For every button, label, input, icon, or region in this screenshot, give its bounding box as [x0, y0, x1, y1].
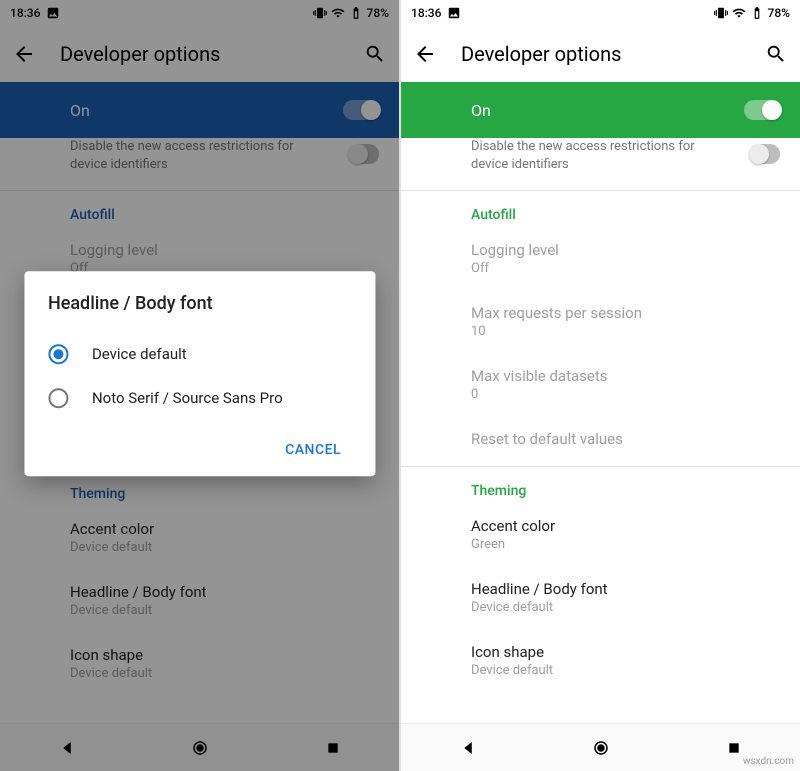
- section-theming: Theming: [401, 467, 800, 503]
- cancel-button[interactable]: CANCEL: [275, 434, 351, 466]
- page-title: Developer options: [461, 42, 740, 66]
- setting-icon-shape[interactable]: Icon shape Device default: [401, 629, 800, 692]
- nav-recent-button[interactable]: [724, 738, 744, 758]
- dialog-title: Headline / Body font: [48, 293, 351, 314]
- status-battery: 78%: [768, 6, 790, 20]
- setting-headline-font[interactable]: Headline / Body font Device default: [401, 566, 800, 629]
- master-toggle-label: On: [471, 101, 491, 120]
- accent-primary: Accent color: [471, 517, 780, 535]
- radio-option-device-default[interactable]: Device default: [48, 332, 351, 376]
- maxreq-primary: Max requests per session: [471, 304, 780, 322]
- search-button[interactable]: [762, 40, 790, 68]
- restrict-subtitle: Disable the new access restrictions for …: [471, 138, 731, 186]
- navigation-bar: [401, 723, 800, 771]
- setting-logging-level[interactable]: Logging level Off: [401, 227, 800, 290]
- reset-primary: Reset to default values: [471, 430, 780, 448]
- image-icon: [447, 6, 461, 20]
- logging-primary: Logging level: [471, 241, 780, 259]
- maxds-secondary: 0: [471, 387, 780, 402]
- logging-secondary: Off: [471, 261, 780, 276]
- back-button[interactable]: [411, 40, 439, 68]
- section-autofill: Autofill: [401, 191, 800, 227]
- iconshape-secondary: Device default: [471, 663, 780, 678]
- phone-left: 18:36 78% Developer options On Disable t…: [0, 0, 399, 771]
- radio-icon: [48, 388, 68, 408]
- maxreq-secondary: 10: [471, 324, 780, 339]
- master-toggle-switch[interactable]: [744, 100, 780, 120]
- master-toggle-row[interactable]: On: [401, 82, 800, 138]
- watermark: wsxdn.com: [743, 756, 794, 767]
- font-secondary: Device default: [471, 600, 780, 615]
- radio-option-noto-serif[interactable]: Noto Serif / Source Sans Pro: [48, 376, 351, 420]
- font-dialog: Headline / Body font Device default Noto…: [24, 271, 375, 476]
- nav-home-button[interactable]: [591, 738, 611, 758]
- wifi-icon: [732, 6, 746, 20]
- setting-max-datasets[interactable]: Max visible datasets 0: [401, 353, 800, 416]
- accent-secondary: Green: [471, 537, 780, 552]
- radio-label: Device default: [92, 345, 187, 363]
- setting-reset-defaults[interactable]: Reset to default values: [401, 416, 800, 462]
- status-time: 18:36: [411, 6, 441, 20]
- battery-icon: [750, 6, 764, 20]
- vibrate-icon: [714, 6, 728, 20]
- setting-max-requests[interactable]: Max requests per session 10: [401, 290, 800, 353]
- nav-back-button[interactable]: [458, 738, 478, 758]
- restrict-toggle[interactable]: [751, 144, 780, 164]
- phone-right: 18:36 78% Developer options On Disable t…: [399, 0, 800, 771]
- status-bar: 18:36 78%: [401, 0, 800, 26]
- settings-content: Disable the new access restrictions for …: [401, 138, 800, 723]
- radio-label: Noto Serif / Source Sans Pro: [92, 389, 283, 407]
- app-bar: Developer options: [401, 26, 800, 82]
- font-primary: Headline / Body font: [471, 580, 780, 598]
- setting-accent-color[interactable]: Accent color Green: [401, 503, 800, 566]
- iconshape-primary: Icon shape: [471, 643, 780, 661]
- maxds-primary: Max visible datasets: [471, 367, 780, 385]
- radio-icon: [48, 344, 68, 364]
